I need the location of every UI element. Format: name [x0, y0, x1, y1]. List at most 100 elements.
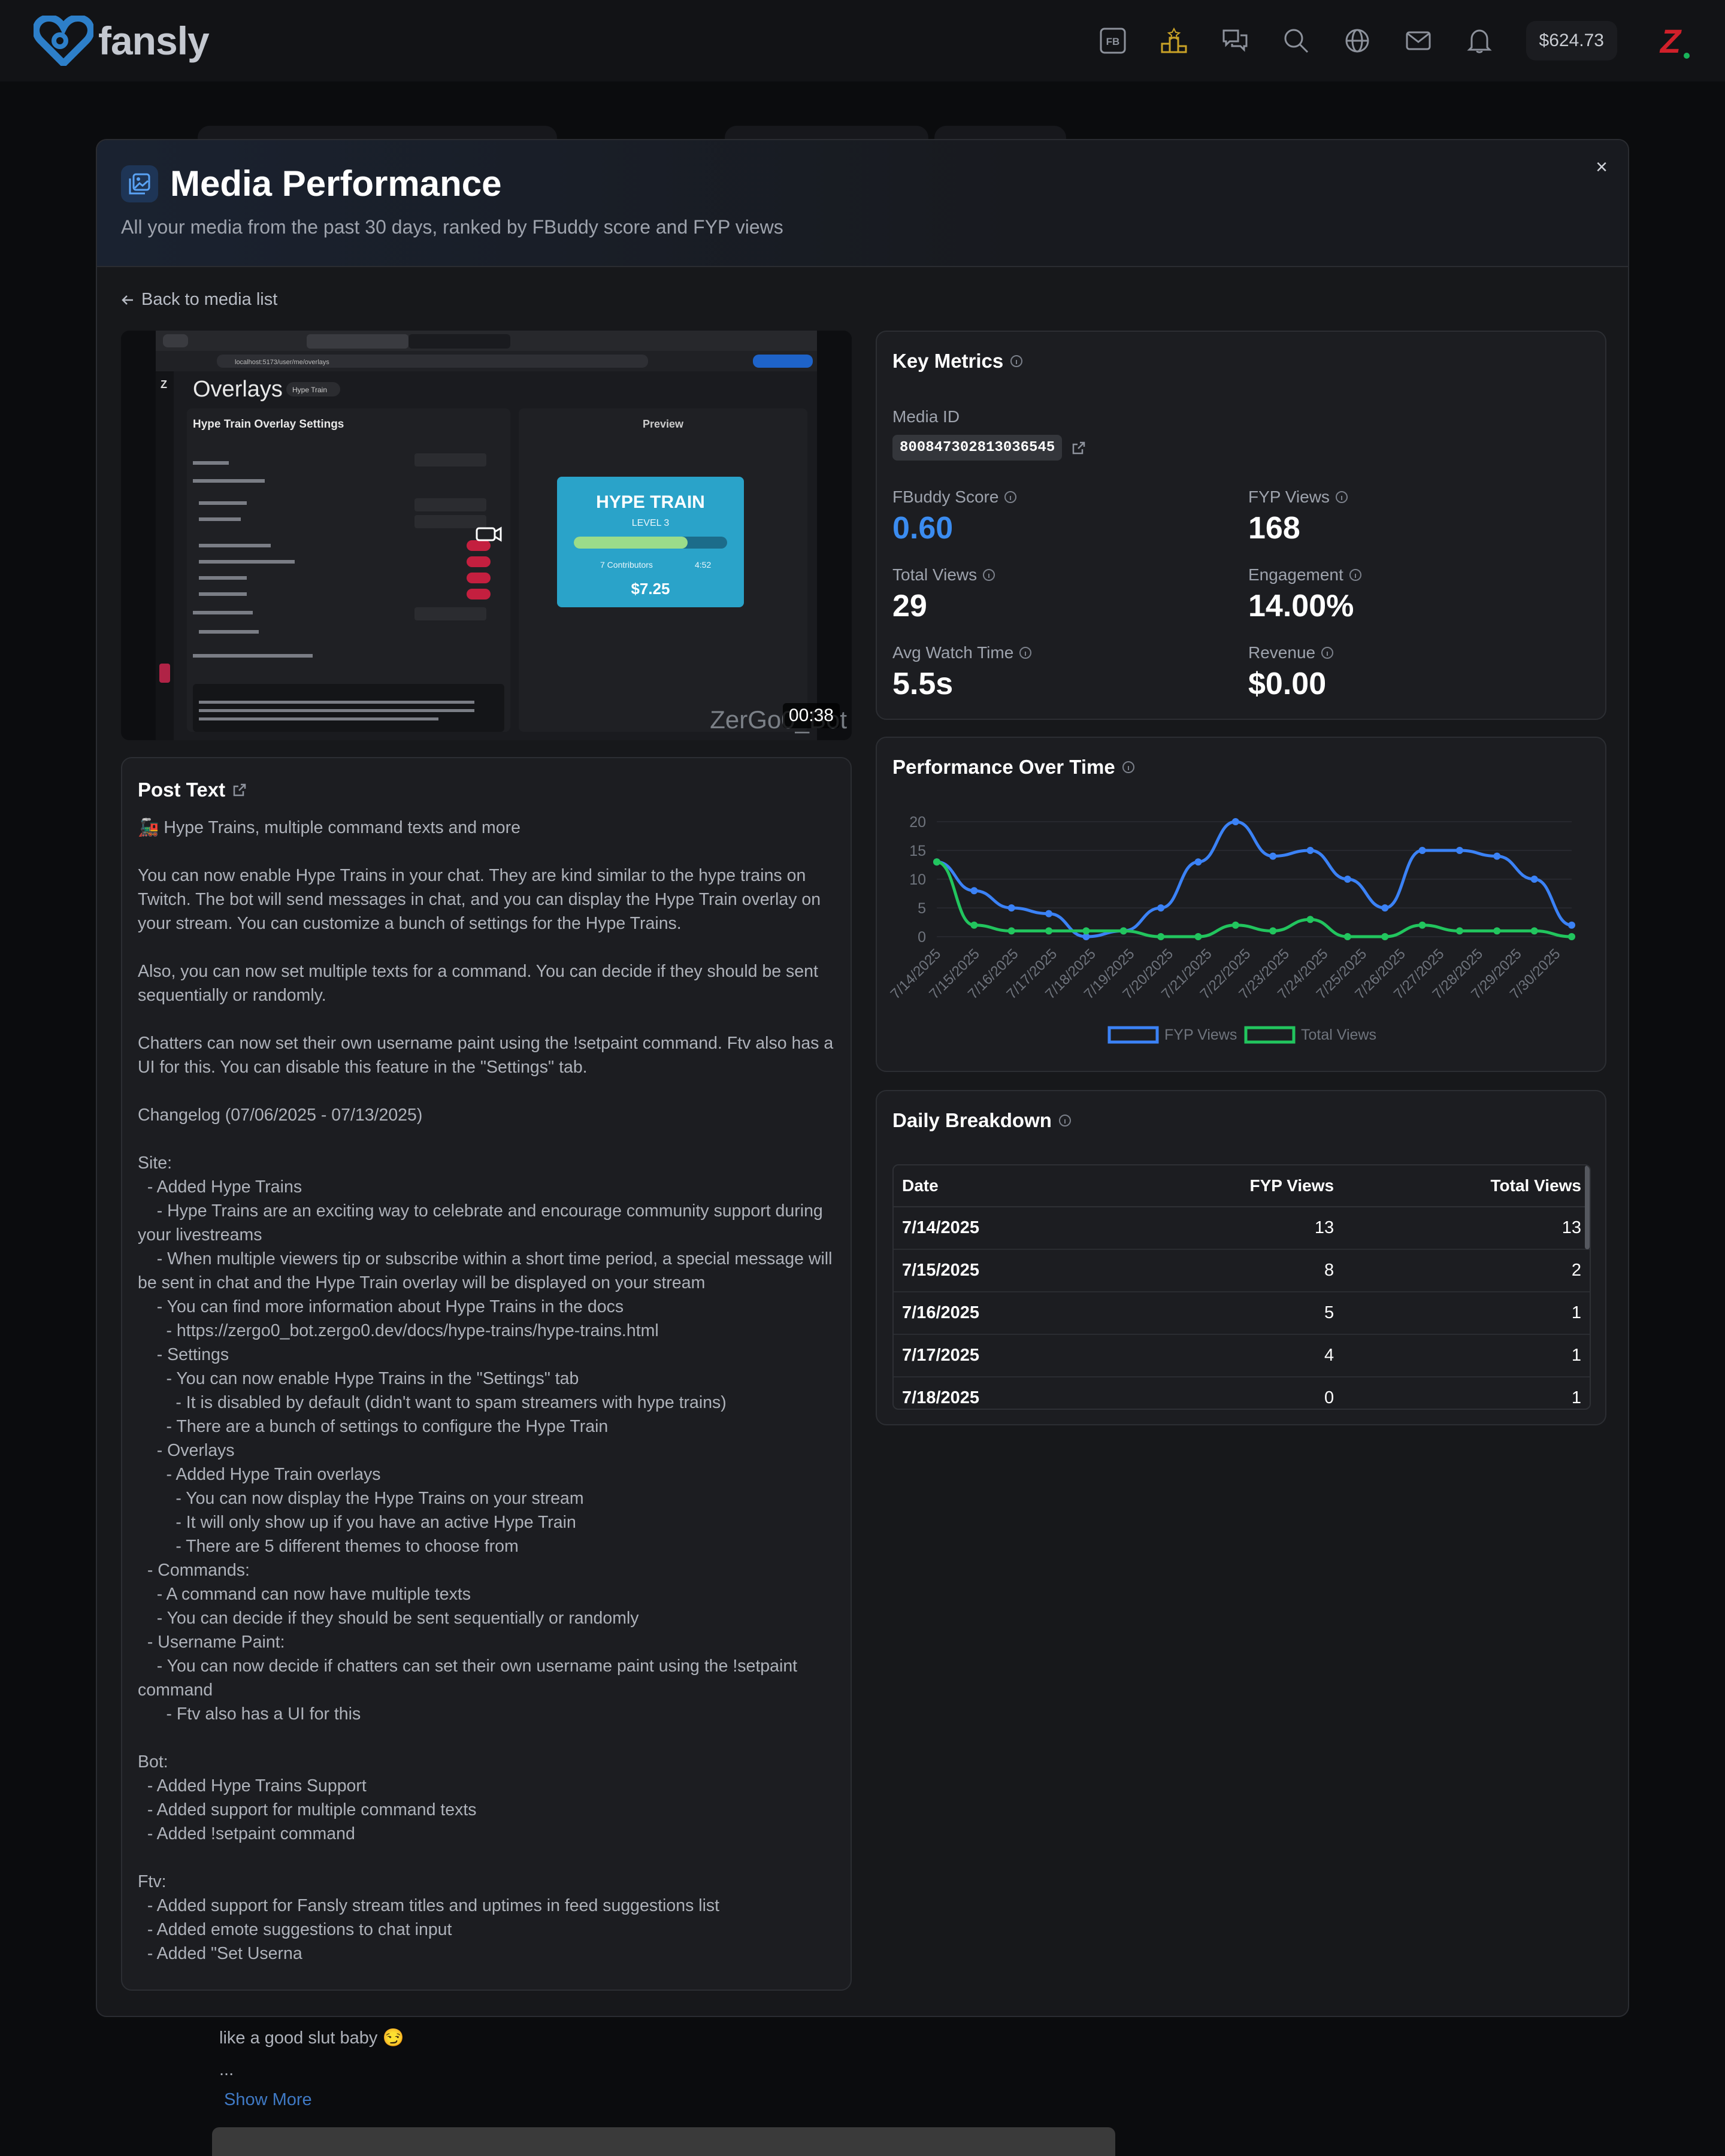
- modal-title: Media Performance: [170, 163, 502, 204]
- data-point: [1194, 933, 1202, 940]
- metric-value: 0.60: [892, 511, 954, 546]
- feed-media-thumbnail[interactable]: [212, 2127, 1115, 2156]
- info-icon[interactable]: [1349, 569, 1361, 581]
- data-point: [1343, 876, 1351, 883]
- svg-text:FB: FB: [1106, 36, 1119, 47]
- info-icon[interactable]: [1010, 355, 1023, 367]
- row-fyp-views: 4: [1110, 1334, 1343, 1377]
- info-icon[interactable]: [1321, 647, 1334, 659]
- table-row: 7/18/2025 0 1: [894, 1377, 1590, 1409]
- data-point: [970, 921, 978, 929]
- row-fyp-views: 13: [1110, 1207, 1343, 1250]
- media-id-value[interactable]: 800847302813036545: [892, 435, 1063, 461]
- metric-value: 29: [892, 589, 927, 623]
- info-icon[interactable]: [1335, 491, 1348, 503]
- svg-text:Z: Z: [161, 378, 167, 390]
- table-row: 7/17/2025 4 1: [894, 1334, 1590, 1377]
- data-point: [1269, 927, 1277, 935]
- external-link-icon[interactable]: [232, 783, 247, 797]
- bell-icon[interactable]: [1465, 26, 1494, 55]
- daily-breakdown-card: Daily Breakdown Date FYP Views Total Vie…: [876, 1090, 1606, 1425]
- data-point: [1493, 927, 1501, 935]
- svg-text:Hype Train: Hype Train: [292, 386, 327, 394]
- data-point: [1306, 916, 1314, 923]
- arrow-left-icon: [122, 295, 133, 305]
- key-metrics-card: Key Metrics Media ID 800847302813036545 …: [876, 331, 1606, 720]
- search-icon[interactable]: [1282, 26, 1311, 55]
- svg-text:Hype Train Overlay Settings: Hype Train Overlay Settings: [193, 418, 344, 431]
- row-total-views: 1: [1342, 1292, 1590, 1335]
- row-date: 7/16/2025: [894, 1292, 1110, 1335]
- y-tick-label: 0: [918, 929, 926, 946]
- column-header-fyp-views[interactable]: FYP Views: [1110, 1165, 1343, 1207]
- metric-label: Avg Watch Time: [892, 643, 1014, 662]
- metric-value: 168: [1248, 511, 1300, 546]
- table-header-row: Date FYP Views Total Views: [894, 1165, 1590, 1207]
- image-gallery-icon: [121, 165, 158, 202]
- close-button[interactable]: ×: [1596, 156, 1608, 179]
- svg-text:HYPE TRAIN: HYPE TRAIN: [596, 492, 705, 512]
- video-player[interactable]: localhost:5173/user/me/overlays Z Overla…: [121, 331, 852, 740]
- breakdown-table: Date FYP Views Total Views 7/14/2025 13 …: [894, 1165, 1590, 1409]
- svg-text:4:52: 4:52: [695, 560, 711, 570]
- info-icon[interactable]: [1019, 647, 1032, 659]
- info-icon[interactable]: [1122, 761, 1134, 773]
- row-fyp-views: 0: [1110, 1377, 1343, 1409]
- legend-swatch: [1107, 1026, 1159, 1044]
- data-point: [1568, 933, 1575, 940]
- media-id-block: Media ID 800847302813036545: [892, 407, 1086, 461]
- back-label: Back to media list: [141, 290, 278, 309]
- column-header-total-views[interactable]: Total Views: [1342, 1165, 1590, 1207]
- metric-label: Engagement: [1248, 565, 1343, 584]
- row-total-views: 1: [1342, 1377, 1590, 1409]
- row-total-views: 13: [1342, 1207, 1590, 1250]
- data-point: [1157, 904, 1165, 912]
- table-row: 7/14/2025 13 13: [894, 1207, 1590, 1250]
- external-link-icon[interactable]: [1072, 441, 1086, 455]
- wallet-balance[interactable]: $624.73: [1526, 21, 1617, 60]
- info-icon[interactable]: [1004, 491, 1017, 503]
- svg-text:$7.25: $7.25: [631, 580, 670, 598]
- info-icon[interactable]: [1058, 1115, 1071, 1127]
- data-point: [1493, 852, 1501, 860]
- metric-value: $0.00: [1248, 667, 1327, 701]
- row-fyp-views: 5: [1110, 1292, 1343, 1335]
- avatar[interactable]: Z: [1650, 20, 1691, 62]
- column-header-date[interactable]: Date: [894, 1165, 1110, 1207]
- post-text-title: Post Text: [138, 779, 226, 801]
- feed-ellipsis: ...: [219, 2060, 234, 2079]
- row-date: 7/17/2025: [894, 1334, 1110, 1377]
- breakdown-table-wrapper[interactable]: Date FYP Views Total Views 7/14/2025 13 …: [892, 1164, 1591, 1410]
- back-to-media-list-link[interactable]: Back to media list: [121, 290, 277, 310]
- metric-label: Revenue: [1248, 643, 1316, 662]
- creator-rank-icon[interactable]: [1160, 26, 1188, 55]
- data-point: [933, 858, 940, 866]
- legend-label: FYP Views: [1164, 1026, 1237, 1043]
- legend-swatch: [1244, 1026, 1296, 1044]
- metric-avg-watch-time: Avg Watch Time 5.5s: [892, 643, 1032, 702]
- fansly-logo[interactable]: fansly: [34, 16, 210, 66]
- chat-icon[interactable]: [1221, 26, 1249, 55]
- globe-icon[interactable]: [1343, 26, 1372, 55]
- mail-icon[interactable]: [1404, 26, 1433, 55]
- row-date: 7/15/2025: [894, 1249, 1110, 1292]
- fb-badge-icon[interactable]: FB: [1098, 26, 1127, 55]
- modal-header: Media Performance All your media from th…: [97, 140, 1628, 267]
- table-scrollbar[interactable]: [1585, 1165, 1590, 1249]
- y-tick-label: 20: [909, 814, 926, 831]
- metric-value: 5.5s: [892, 667, 954, 701]
- row-total-views: 2: [1342, 1249, 1590, 1292]
- performance-line-chart[interactable]: 051015207/14/20257/15/20257/16/20257/17/…: [889, 804, 1590, 1055]
- video-frame: localhost:5173/user/me/overlays Z Overla…: [121, 331, 852, 740]
- brand-name: fansly: [98, 19, 210, 63]
- info-icon[interactable]: [983, 569, 995, 581]
- data-point: [1007, 927, 1015, 935]
- data-point: [1269, 852, 1277, 860]
- svg-text:7 Contributors: 7 Contributors: [600, 560, 653, 570]
- svg-text:Preview: Preview: [643, 418, 684, 430]
- data-point: [1045, 927, 1053, 935]
- data-point: [1045, 910, 1053, 917]
- show-more-link[interactable]: Show More: [224, 2090, 312, 2110]
- y-tick-label: 15: [909, 843, 926, 859]
- y-tick-label: 10: [909, 871, 926, 888]
